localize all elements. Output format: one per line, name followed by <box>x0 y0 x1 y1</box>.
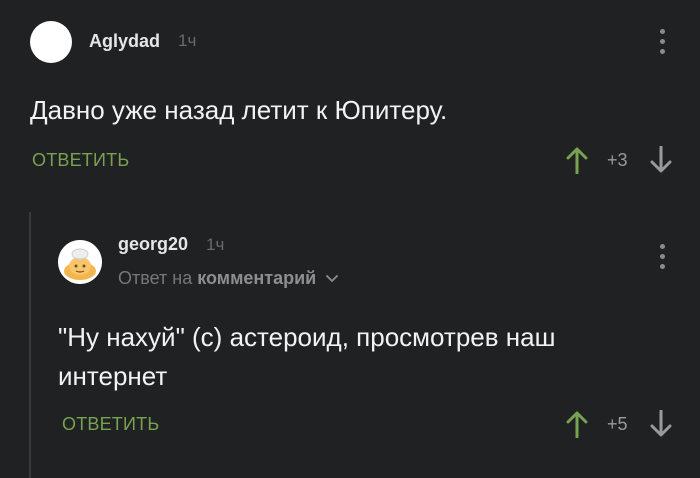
reply-to-target[interactable]: комментарий <box>197 268 316 288</box>
comment-time: 1ч <box>178 31 197 50</box>
reply-username[interactable]: georg20 <box>118 234 188 255</box>
arrow-up-icon[interactable] <box>566 410 588 438</box>
reply-text-line-1: "Ну нахуй" (с) астероид, просмотрев наш <box>58 322 556 352</box>
thread-line <box>29 212 31 478</box>
reply-to-prefix: Ответ на <box>118 268 193 288</box>
arrow-up-icon[interactable] <box>566 146 588 174</box>
vote-score: +5 <box>607 414 628 434</box>
reply-to-link[interactable]: Ответ на комментарий <box>118 268 339 289</box>
comments-page: Aglydad 1ч Давно уже назад летит к Юпите… <box>0 0 700 478</box>
reply-time: 1ч <box>206 235 225 254</box>
arrow-down-icon[interactable] <box>650 410 672 438</box>
avatar[interactable] <box>30 21 72 63</box>
comment-username[interactable]: Aglydad <box>89 31 160 52</box>
comment-text: Давно уже назад летит к Юпитеру. <box>30 95 448 125</box>
avatar-image <box>58 240 102 284</box>
avatar[interactable] <box>58 240 102 284</box>
more-vertical-icon[interactable] <box>658 29 666 54</box>
reply-button[interactable]: ОТВЕТИТЬ <box>32 150 129 171</box>
reply-text-line-2: интернет <box>58 361 168 391</box>
arrow-down-icon[interactable] <box>650 146 672 174</box>
more-vertical-icon[interactable] <box>658 244 666 269</box>
reply-button[interactable]: ОТВЕТИТЬ <box>62 414 159 435</box>
chevron-down-icon[interactable] <box>325 274 339 284</box>
vote-score: +3 <box>607 150 628 170</box>
